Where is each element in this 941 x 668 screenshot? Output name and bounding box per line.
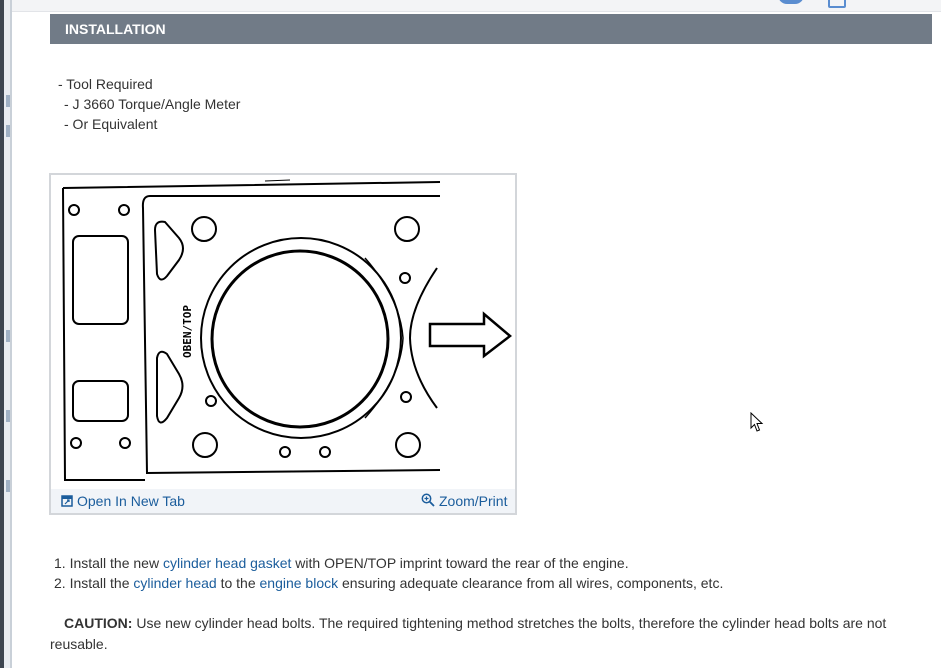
step-number: 2.: [54, 575, 66, 591]
oben-top-imprint-label: OBEN/TOP: [181, 305, 194, 358]
figure-container: OBEN/TOP Open In New Tab Zoom/Print: [49, 173, 517, 515]
zoom-print-link[interactable]: Zoom/Print: [421, 493, 507, 509]
step-2: 2. Install the cylinder head to the engi…: [54, 575, 723, 591]
engine-block-link[interactable]: engine block: [260, 575, 339, 591]
caution-label: CAUTION:: [64, 615, 133, 631]
tool-required-heading: - Tool Required: [58, 76, 153, 92]
caution-line: CAUTION: Use new cylinder head bolts. Th…: [64, 615, 886, 631]
mouse-pointer-icon: [750, 412, 764, 432]
tool-item: - Or Equivalent: [64, 116, 158, 132]
cylinder-head-gasket-link[interactable]: cylinder head gasket: [163, 555, 291, 571]
magnifier-icon: [421, 493, 435, 507]
avatar-icon[interactable]: [778, 0, 804, 4]
open-in-new-tab-label: Open In New Tab: [77, 493, 185, 509]
step-number: 1.: [54, 555, 66, 571]
step-text: with OPEN/TOP imprint toward the rear of…: [291, 555, 629, 571]
notes-icon[interactable]: [828, 0, 846, 8]
figure-footer: Open In New Tab Zoom/Print: [51, 489, 515, 513]
section-header: INSTALLATION: [50, 14, 932, 44]
step-1: 1. Install the new cylinder head gasket …: [54, 555, 629, 571]
step-text: Install the new: [69, 555, 163, 571]
open-in-new-tab-link[interactable]: Open In New Tab: [61, 493, 185, 509]
step-text: Install the: [69, 575, 134, 591]
open-in-new-tab-icon: [61, 495, 73, 507]
window-left-edge: [0, 0, 12, 668]
top-toolbar: [12, 0, 941, 12]
step-text: to the: [216, 575, 260, 591]
step-text: ensuring adequate clearance from all wir…: [338, 575, 724, 591]
head-gasket-diagram[interactable]: OBEN/TOP: [55, 178, 515, 483]
zoom-print-label: Zoom/Print: [439, 493, 508, 509]
caution-continuation: reusable.: [50, 636, 108, 652]
cylinder-head-link[interactable]: cylinder head: [133, 575, 216, 591]
caution-text: Use new cylinder head bolts. The require…: [136, 615, 887, 631]
tool-item: - J 3660 Torque/Angle Meter: [64, 96, 241, 112]
